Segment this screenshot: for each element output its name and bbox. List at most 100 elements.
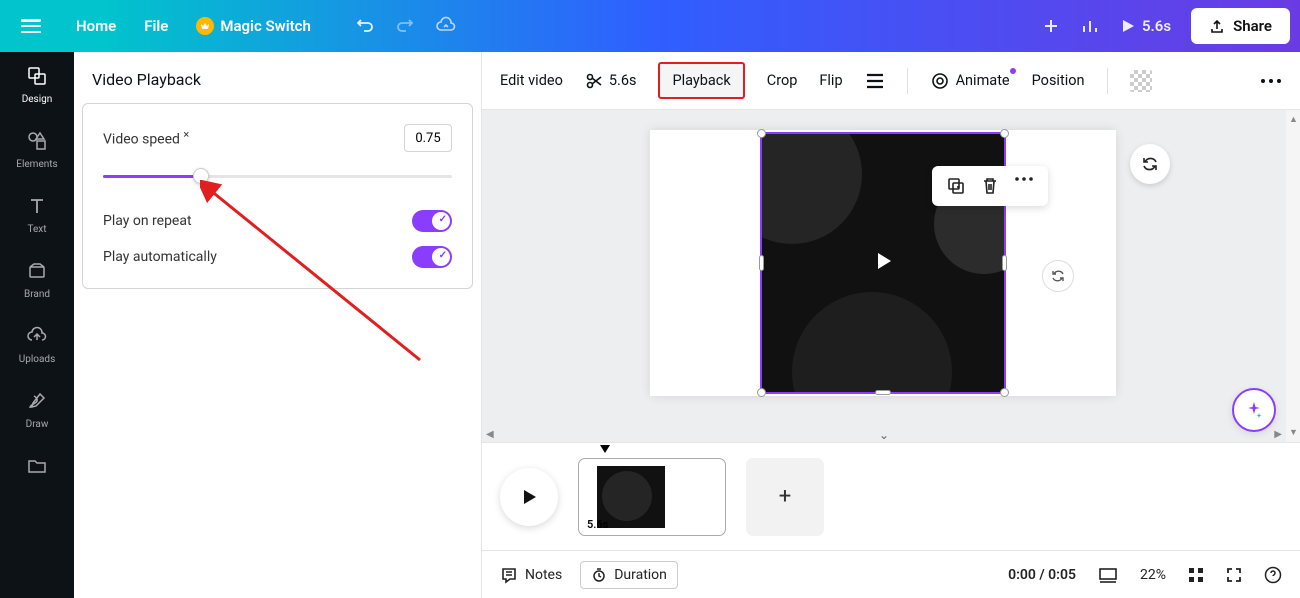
delete-button[interactable]	[980, 176, 1000, 196]
notes-icon	[500, 566, 518, 584]
analytics-button[interactable]	[1080, 16, 1100, 36]
add-page-button[interactable]: +	[746, 458, 824, 536]
speed-slider[interactable]	[103, 166, 452, 186]
sidebar-brand[interactable]: Brand	[0, 259, 74, 300]
share-button[interactable]: Share	[1191, 8, 1290, 44]
sidebar-uploads[interactable]: Uploads	[0, 324, 74, 365]
sidebar-design-label: Design	[22, 94, 53, 105]
playhead[interactable]	[600, 445, 610, 453]
panel-title: Video Playback	[74, 52, 481, 103]
clip-duration-label: 5.6s	[587, 518, 608, 531]
more-element-button[interactable]	[1014, 176, 1034, 196]
timeline-play-button[interactable]	[500, 468, 558, 526]
sidebar-elements[interactable]: Elements	[0, 129, 74, 170]
crop-button[interactable]: Crop	[767, 72, 798, 89]
auto-label: Play automatically	[103, 249, 217, 265]
page-canvas[interactable]	[650, 130, 1116, 396]
crown-icon	[196, 17, 214, 35]
sidebar-draw[interactable]: Draw	[0, 389, 74, 430]
repeat-label: Play on repeat	[103, 213, 192, 229]
sidebar-elements-label: Elements	[16, 159, 57, 170]
uploads-icon	[25, 324, 49, 348]
pages-view-button[interactable]	[1098, 567, 1118, 583]
notes-button[interactable]: Notes	[500, 566, 562, 584]
time-display: 0:00 / 0:05	[1008, 567, 1076, 583]
resize-handle-sw[interactable]	[757, 388, 766, 397]
sidebar-projects[interactable]	[0, 454, 74, 478]
preview-button[interactable]: 5.6s	[1120, 17, 1171, 35]
transparency-button[interactable]	[1130, 70, 1152, 92]
sidebar-uploads-label: Uploads	[19, 354, 55, 365]
slider-thumb[interactable]	[193, 168, 209, 184]
share-label: Share	[1233, 17, 1272, 35]
repeat-toggle[interactable]: ✓	[412, 210, 452, 232]
scroll-down[interactable]: ▼	[1289, 427, 1298, 438]
animate-label: Animate	[956, 72, 1010, 89]
duration-label: Duration	[614, 567, 667, 583]
list-style-button[interactable]	[865, 73, 885, 89]
duration-button[interactable]: Duration	[580, 561, 678, 589]
upload-icon	[1209, 18, 1225, 34]
resize-handle-ne[interactable]	[1000, 129, 1009, 138]
zoom-label[interactable]: 22%	[1140, 567, 1166, 583]
sidebar-brand-label: Brand	[24, 289, 50, 300]
collapse-timeline[interactable]: ⌄	[879, 428, 889, 442]
help-button[interactable]	[1264, 566, 1282, 584]
auto-toggle[interactable]: ✓	[412, 246, 452, 268]
resize-handle-se[interactable]	[1000, 388, 1009, 397]
regenerate-button[interactable]	[1130, 144, 1170, 184]
home-link[interactable]: Home	[72, 11, 120, 41]
text-icon	[25, 194, 49, 218]
magic-assist-button[interactable]	[1232, 388, 1276, 432]
animate-button[interactable]: Animate	[930, 71, 1010, 91]
trim-duration: 5.6s	[609, 72, 637, 89]
resize-handle-s[interactable]	[875, 390, 891, 395]
duplicate-button[interactable]	[946, 176, 966, 196]
redo-button[interactable]	[395, 16, 415, 36]
menu-button[interactable]	[10, 5, 52, 47]
elements-icon	[25, 129, 49, 153]
draw-icon	[25, 389, 49, 413]
animate-indicator	[1010, 68, 1016, 74]
more-button[interactable]	[1260, 78, 1282, 84]
grid-view-button[interactable]	[1188, 567, 1204, 583]
speed-input[interactable]	[404, 124, 452, 152]
separator	[907, 68, 908, 94]
flip-button[interactable]: Flip	[819, 72, 842, 89]
add-button[interactable]	[1042, 17, 1060, 35]
animate-icon	[930, 71, 950, 91]
clock-icon	[591, 567, 607, 583]
position-button[interactable]: Position	[1032, 72, 1085, 89]
sidebar-design[interactable]: Design	[0, 64, 74, 105]
playback-button[interactable]: Playback	[658, 62, 744, 99]
trim-button[interactable]: 5.6s	[585, 72, 637, 90]
notes-label: Notes	[525, 567, 562, 583]
element-toolbar	[932, 166, 1048, 206]
edit-video-button[interactable]: Edit video	[500, 72, 563, 89]
resize-handle-e[interactable]	[1002, 255, 1007, 271]
cloud-sync-icon[interactable]	[435, 15, 457, 37]
sidebar-text[interactable]: Text	[0, 194, 74, 235]
play-icon[interactable]	[872, 250, 894, 276]
undo-button[interactable]	[355, 16, 375, 36]
resize-handle-w[interactable]	[759, 255, 764, 271]
file-menu[interactable]: File	[140, 11, 172, 41]
design-icon	[25, 64, 49, 88]
magic-switch-button[interactable]: Magic Switch	[192, 11, 315, 41]
checker-icon	[1130, 70, 1152, 92]
resize-handle-nw[interactable]	[757, 129, 766, 138]
magic-switch-label: Magic Switch	[220, 17, 311, 35]
sidebar-draw-label: Draw	[26, 419, 49, 430]
scroll-right[interactable]: ▶	[1274, 429, 1282, 440]
scroll-left[interactable]: ◀	[486, 429, 494, 440]
separator	[1107, 68, 1108, 94]
scroll-up[interactable]: ▲	[1289, 114, 1298, 125]
speed-label: Video speed ×	[103, 128, 189, 148]
scissors-icon	[585, 72, 603, 90]
preview-duration: 5.6s	[1142, 17, 1171, 35]
fullscreen-button[interactable]	[1226, 567, 1242, 583]
timeline-clip[interactable]: 5.6s	[578, 458, 726, 536]
video-element[interactable]	[760, 132, 1006, 394]
sync-button[interactable]	[1042, 260, 1074, 292]
brand-icon	[25, 259, 49, 283]
